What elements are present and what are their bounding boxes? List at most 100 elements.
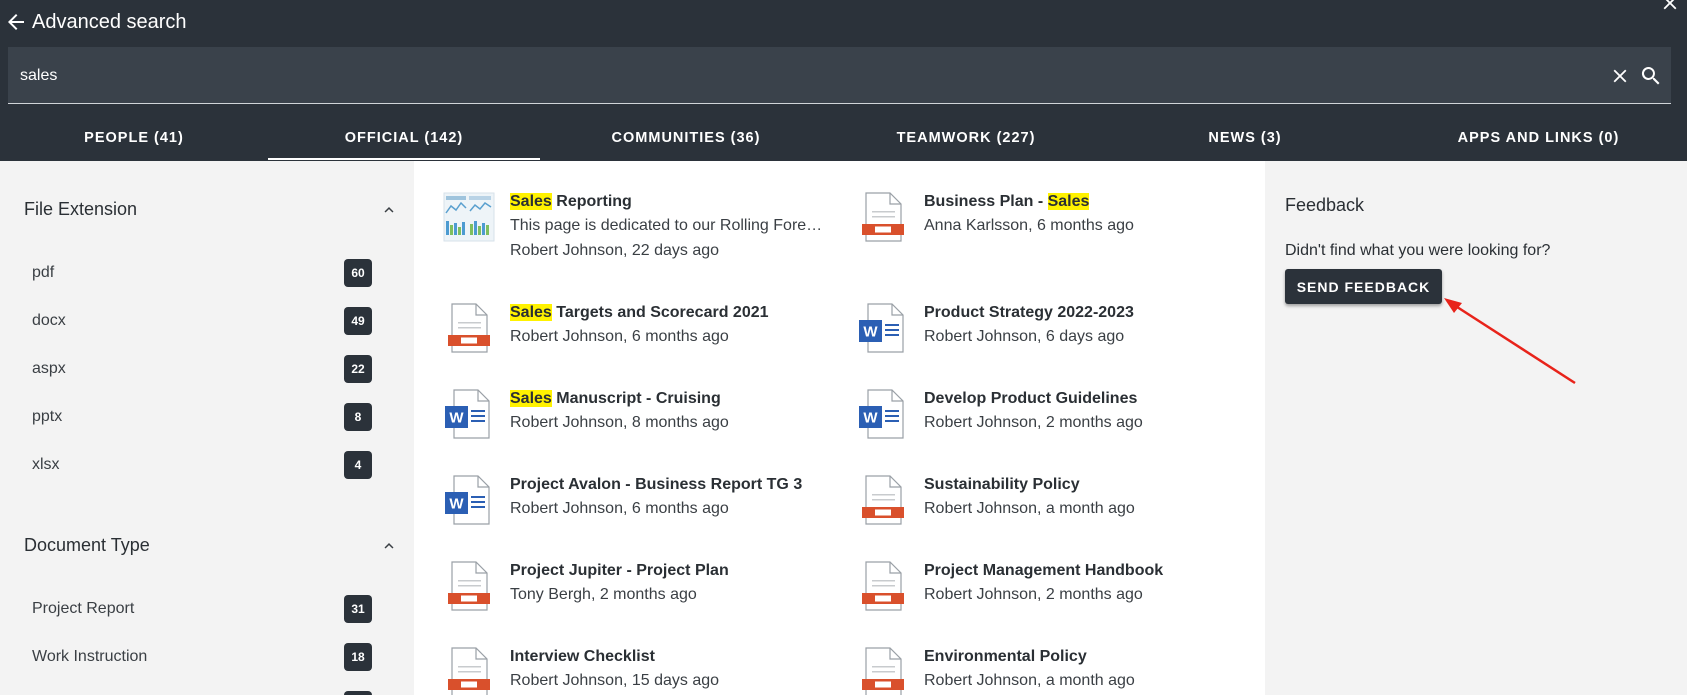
word-file-icon: W (859, 303, 904, 353)
chevron-up-icon[interactable] (380, 201, 398, 219)
word-file-icon: W (445, 475, 490, 525)
tab-news[interactable]: NEWS (3) (1100, 115, 1390, 161)
result-item[interactable]: W Project Avalon - Business Report TG 3 … (443, 474, 843, 554)
result-title[interactable]: Environmental Policy (924, 648, 1087, 666)
send-feedback-button[interactable]: SEND FEEDBACK (1285, 269, 1442, 304)
arrow-left-icon[interactable] (4, 10, 28, 34)
result-title[interactable]: Sales Reporting (510, 193, 632, 211)
facet-count-badge: 4 (344, 451, 372, 479)
tab-apps-and-links[interactable]: APPS AND LINKS (0) (1390, 115, 1687, 161)
filter-sidebar: File Extension pdf 60 docx 49 aspx 22 pp… (0, 161, 414, 695)
svg-text:W: W (863, 410, 878, 427)
search-highlight: Sales (510, 304, 552, 321)
result-meta: Anna Karlsson, 6 months ago (924, 217, 1134, 234)
tab-people[interactable]: PEOPLE (41) (0, 115, 268, 161)
result-title[interactable]: Develop Product Guidelines (924, 390, 1137, 408)
result-title[interactable]: Sales Targets and Scorecard 2021 (510, 304, 769, 322)
result-meta: Robert Johnson, 15 days ago (510, 672, 720, 689)
facet-item-work-instruction[interactable]: Work Instruction 18 (32, 640, 372, 674)
pdf-file-icon (448, 647, 490, 695)
tab-official[interactable]: OFFICIAL (142) (268, 115, 540, 161)
facet-count-badge: 18 (344, 643, 372, 671)
facet-label: xlsx (32, 456, 60, 473)
result-snippet: This page is dedicated to our Rolling Fo… (510, 217, 825, 234)
result-title[interactable]: Interview Checklist (510, 648, 655, 666)
result-item[interactable]: Interview Checklist Robert Johnson, 15 d… (443, 646, 843, 695)
result-meta: Robert Johnson, a month ago (924, 672, 1135, 689)
result-meta: Robert Johnson, 2 months ago (924, 414, 1143, 431)
facet-item-partial[interactable] (32, 688, 372, 695)
facet-count-badge (344, 691, 372, 695)
facet-count-badge: 60 (344, 259, 372, 287)
result-meta: Robert Johnson, 8 months ago (510, 414, 729, 431)
facet-label: Project Report (32, 600, 135, 617)
result-title[interactable]: Project Management Handbook (924, 562, 1163, 580)
result-item[interactable]: Project Jupiter - Project Plan Tony Berg… (443, 560, 843, 640)
result-title[interactable]: Project Jupiter - Project Plan (510, 562, 729, 580)
facet-item-aspx[interactable]: aspx 22 (32, 352, 372, 386)
page-thumbnail-icon (443, 191, 495, 243)
search-highlight: Sales (1047, 193, 1090, 210)
result-title[interactable]: Sustainability Policy (924, 476, 1080, 494)
search-highlight: Sales (510, 390, 552, 407)
chevron-up-icon[interactable] (380, 537, 398, 555)
result-meta: Robert Johnson, 2 months ago (924, 586, 1143, 603)
result-title[interactable]: Sales Manuscript - Cruising (510, 390, 721, 408)
facet-item-docx[interactable]: docx 49 (32, 304, 372, 338)
result-item[interactable]: W Sales Manuscript - Cruising Robert Joh… (443, 388, 843, 468)
facet-count-badge: 31 (344, 595, 372, 623)
tab-teamwork[interactable]: TEAMWORK (227) (832, 115, 1100, 161)
result-item[interactable]: Sustainability Policy Robert Johnson, a … (857, 474, 1257, 554)
result-meta: Robert Johnson, a month ago (924, 500, 1135, 517)
svg-text:W: W (863, 324, 878, 341)
result-item[interactable]: Business Plan - Sales Anna Karlsson, 6 m… (857, 191, 1257, 271)
pdf-file-icon (862, 192, 904, 242)
tab-bar: PEOPLE (41) OFFICIAL (142) COMMUNITIES (… (0, 115, 1687, 161)
facet-label: pdf (32, 264, 55, 281)
pdf-file-icon (448, 303, 490, 353)
result-item[interactable]: Sales Targets and Scorecard 2021 Robert … (443, 302, 843, 382)
result-title[interactable]: Business Plan - Sales (924, 193, 1090, 211)
facet-label: pptx (32, 408, 63, 425)
facet-item-project-report[interactable]: Project Report 31 (32, 592, 372, 626)
clear-search-icon[interactable] (1609, 65, 1631, 87)
result-item[interactable]: Environmental Policy Robert Johnson, a m… (857, 646, 1257, 695)
header: Advanced search PEOPLE (41) OFFICIAL (14… (0, 0, 1687, 161)
svg-text:W: W (449, 496, 464, 513)
search-input[interactable] (20, 47, 1590, 104)
result-item[interactable]: W Product Strategy 2022-2023 Robert John… (857, 302, 1257, 382)
close-icon[interactable] (1659, 0, 1681, 14)
svg-text:W: W (449, 410, 464, 427)
search-highlight: Sales (510, 193, 552, 210)
facet-count-badge: 49 (344, 307, 372, 335)
facet-count-badge: 22 (344, 355, 372, 383)
word-file-icon: W (859, 389, 904, 439)
feedback-title: Feedback (1285, 195, 1365, 215)
search-bar (8, 47, 1671, 104)
pdf-file-icon (448, 561, 490, 611)
facet-item-pdf[interactable]: pdf 60 (32, 256, 372, 290)
facet-item-xlsx[interactable]: xlsx 4 (32, 448, 372, 482)
result-meta: Robert Johnson, 6 days ago (924, 328, 1125, 345)
result-title[interactable]: Product Strategy 2022-2023 (924, 304, 1134, 322)
feedback-panel: Feedback Didn't find what you were looki… (1265, 161, 1687, 695)
facet-label: Work Instruction (32, 648, 148, 665)
page-title: Advanced search (32, 11, 187, 33)
facet-label: aspx (32, 360, 66, 377)
pdf-file-icon (862, 647, 904, 695)
result-meta: Robert Johnson, 6 months ago (510, 500, 729, 517)
tab-communities[interactable]: COMMUNITIES (36) (540, 115, 832, 161)
result-meta: Tony Bergh, 2 months ago (510, 586, 697, 603)
results-list: Sales Reporting This page is dedicated t… (414, 161, 1265, 695)
facet-label: docx (32, 312, 66, 329)
result-meta: Robert Johnson, 22 days ago (510, 242, 720, 259)
search-icon[interactable] (1639, 64, 1663, 88)
result-item[interactable]: W Develop Product Guidelines Robert John… (857, 388, 1257, 468)
result-item[interactable]: Project Management Handbook Robert Johns… (857, 560, 1257, 640)
pdf-file-icon (862, 561, 904, 611)
facet-title-file-extension: File Extension (24, 199, 138, 219)
facet-item-pptx[interactable]: pptx 8 (32, 400, 372, 434)
annotation-arrow-icon (1444, 298, 1576, 385)
result-title[interactable]: Project Avalon - Business Report TG 3 (510, 476, 802, 494)
result-item[interactable]: Sales Reporting This page is dedicated t… (443, 191, 843, 271)
